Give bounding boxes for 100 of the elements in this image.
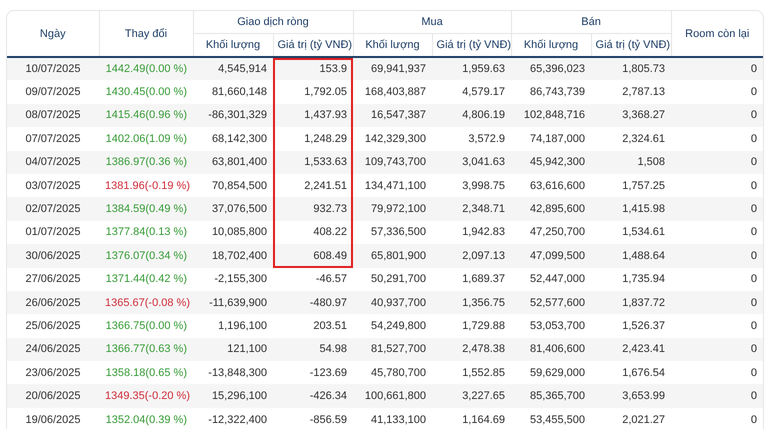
- net-volume-cell: 10,085,800: [193, 220, 273, 244]
- buy-volume-cell: 45,780,700: [353, 361, 432, 384]
- net-volume-cell: 15,296,100: [193, 384, 273, 408]
- sell-volume-cell: 74,187,000: [511, 127, 592, 151]
- buy-volume-cell: 16,547,387: [353, 104, 432, 128]
- buy-value-cell: 2,478.38: [432, 338, 512, 362]
- buy-value-cell: 1,689.37: [432, 268, 512, 291]
- net-value-cell: 1,533.63: [273, 150, 354, 174]
- net-volume-cell: -2,155,300: [193, 268, 273, 291]
- net-value-cell: 932.73: [273, 197, 354, 221]
- date-cell: 01/07/2025: [7, 220, 99, 244]
- net-value-cell: 1,248.29: [273, 127, 354, 151]
- room-cell: 0: [671, 197, 763, 221]
- change-cell: 1349.35(-0.20 %): [99, 384, 193, 408]
- sell-value-cell: 1,534.61: [591, 220, 672, 244]
- sell-value-cell: 3,653.99: [591, 384, 672, 408]
- net-volume-cell: 70,854,500: [193, 174, 273, 198]
- change-cell: 1377.84(0.13 %): [99, 220, 193, 244]
- room-cell: 0: [671, 268, 763, 291]
- buy-value-cell: 1,942.83: [432, 220, 512, 244]
- room-cell: 0: [671, 57, 763, 80]
- net-value-cell: 608.49: [273, 244, 354, 268]
- sell-value-cell: 1,676.54: [591, 361, 672, 384]
- net-value-cell: 2,241.51: [273, 174, 354, 198]
- buy-volume-cell: 69,941,937: [353, 57, 432, 80]
- net-volume-cell-text: 1,196,100: [217, 318, 268, 334]
- buy-value-cell: 4,806.19: [432, 104, 512, 128]
- sell-value-cell: 2,787.13: [591, 80, 672, 104]
- net-value-cell: -426.34: [273, 384, 354, 408]
- sell-volume-cell: 42,895,600: [511, 197, 592, 221]
- buy-volume-cell-text: 54,249,800: [370, 318, 428, 334]
- sell-value-cell: 1,757.25: [591, 174, 672, 198]
- net-value-cell: 1,437.93: [273, 104, 354, 128]
- buy-value-cell: 1,959.63: [432, 57, 512, 80]
- buy-value-cell: 3,998.75: [432, 174, 512, 198]
- change-cell-text: 1366.75(0.00 %): [104, 318, 188, 334]
- net-volume-cell: -12,322,400: [193, 408, 273, 429]
- net-volume-cell: 18,702,400: [193, 244, 273, 268]
- net-value-cell: -123.69: [273, 361, 354, 384]
- buy-value-cell: 2,348.71: [432, 197, 512, 221]
- date-cell: 30/06/2025: [7, 244, 99, 268]
- change-cell: 1442.49(0.00 %): [99, 57, 193, 80]
- date-cell: 27/06/2025: [7, 268, 99, 291]
- sell-volume-cell: 45,942,300: [511, 150, 592, 174]
- sell-volume-cell: 52,447,000: [511, 268, 592, 291]
- change-cell: 1430.45(0.00 %): [99, 80, 193, 104]
- room-cell: 0: [671, 408, 763, 429]
- sell-value-cell: 1,508: [591, 150, 672, 174]
- net-value-cell: 1,792.05: [273, 80, 354, 104]
- date-cell: 20/06/2025: [7, 384, 99, 408]
- sell-volume-cell: 65,396,023: [511, 57, 592, 80]
- room-cell: 0: [671, 220, 763, 244]
- net-volume-cell: 121,100: [193, 338, 273, 362]
- date-cell: 04/07/2025: [7, 150, 99, 174]
- room-cell: 0: [671, 361, 763, 384]
- buy-value-cell: 3,041.63: [432, 150, 512, 174]
- net-volume-cell: 68,142,300: [193, 127, 273, 151]
- buy-volume-cell: 134,471,100: [353, 174, 432, 198]
- sell-volume-cell: 53,455,500: [511, 408, 592, 429]
- net-volume-cell: 81,660,148: [193, 80, 273, 104]
- buy-value-cell: 4,579.17: [432, 80, 512, 104]
- buy-value-cell: 1,552.85: [432, 361, 512, 384]
- sell-volume-cell: 47,099,500: [511, 244, 592, 268]
- sell-value-cell: 1,415.98: [591, 197, 672, 221]
- change-cell: 1366.77(0.63 %): [99, 338, 193, 362]
- room-cell: 0: [671, 174, 763, 198]
- buy-volume-cell: 81,527,700: [353, 338, 432, 362]
- buy-volume-cell: 65,801,900: [353, 244, 432, 268]
- change-cell: 1371.44(0.42 %): [99, 268, 193, 291]
- net-value-cell: 153.9: [273, 57, 354, 80]
- sell-volume-cell: 63,616,600: [511, 174, 592, 198]
- net-volume-cell: 63,801,400: [193, 150, 273, 174]
- buy-volume-cell: 79,972,100: [353, 197, 432, 221]
- buy-volume-cell: 57,336,500: [353, 220, 432, 244]
- net-value-cell: -46.57: [273, 268, 354, 291]
- date-cell: 09/07/2025: [7, 80, 99, 104]
- date-cell: 26/06/2025: [7, 290, 99, 314]
- room-cell: 0: [671, 150, 763, 174]
- date-cell: 19/06/2025: [7, 408, 99, 429]
- date-cell: 24/06/2025: [7, 338, 99, 362]
- sell-volume-cell: 81,406,600: [511, 338, 592, 362]
- buy-volume-cell: 50,291,700: [353, 268, 432, 291]
- sell-volume-cell: 59,629,000: [511, 361, 592, 384]
- column-group-header: Bán: [511, 11, 672, 34]
- net-volume-cell: -11,639,900: [193, 290, 273, 314]
- sell-volume-cell: 85,365,700: [511, 384, 592, 408]
- sell-value-cell-text: 1,526.37: [621, 318, 666, 334]
- change-cell: 1358.18(0.65 %): [99, 361, 193, 384]
- sell-value-cell: 1,735.94: [591, 268, 672, 291]
- buy-volume-cell: 40,937,700: [353, 290, 432, 314]
- sell-value-cell: 3,368.27: [591, 104, 672, 128]
- date-cell: 10/07/2025: [7, 57, 99, 80]
- column-group-header: Mua: [353, 11, 512, 34]
- change-cell: 1384.59(0.49 %): [99, 197, 193, 221]
- column-header: Giá trị (tỷ VNĐ): [273, 34, 354, 57]
- buy-volume-cell: 168,403,887: [353, 80, 432, 104]
- sell-volume-cell: 102,848,716: [511, 104, 592, 128]
- sell-value-cell: 1,805.73: [591, 57, 672, 80]
- room-cell: 0: [671, 290, 763, 314]
- sell-volume-cell-text: 53,053,700: [528, 318, 586, 334]
